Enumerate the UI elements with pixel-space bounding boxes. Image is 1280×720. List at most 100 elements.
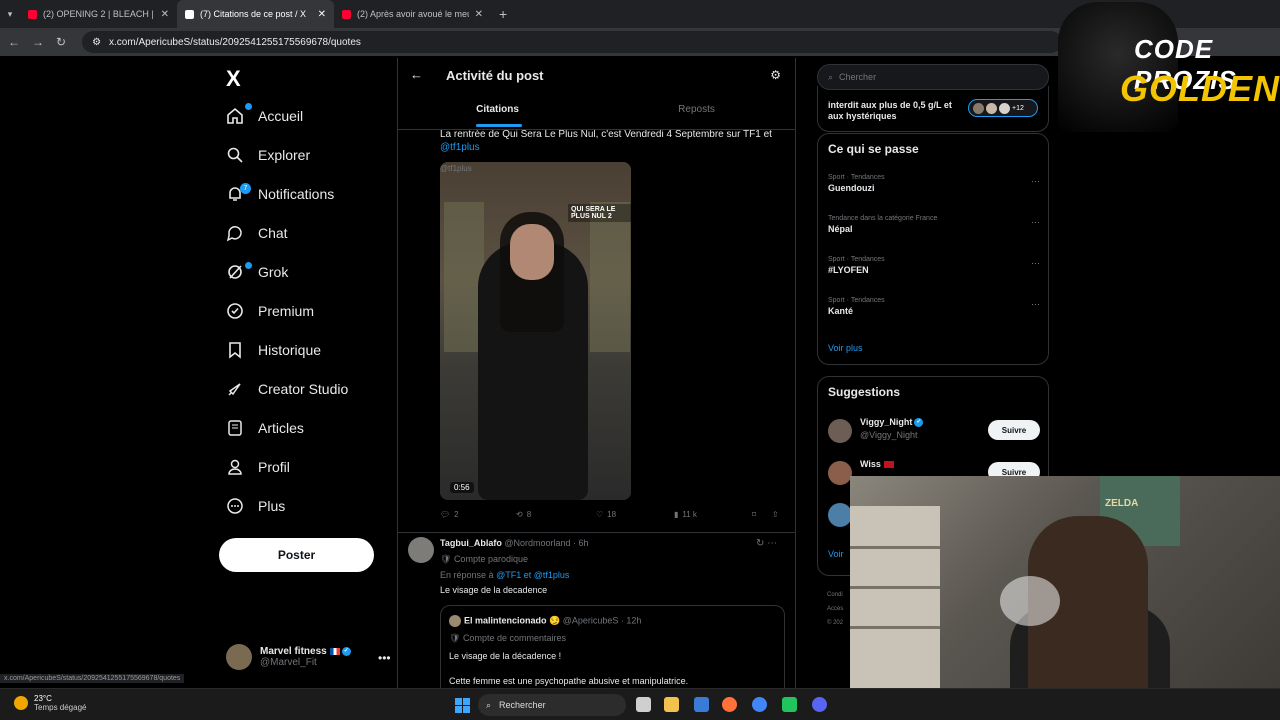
new-tab-icon[interactable]: +: [491, 6, 515, 22]
bookmark-icon: ⌑: [752, 510, 757, 519]
follow-button[interactable]: Suivre: [988, 420, 1040, 440]
nav-item-creator-studio[interactable]: Creator Studio: [226, 377, 348, 401]
more-options-icon[interactable]: ⋯: [767, 538, 777, 549]
avatar-group[interactable]: +12: [968, 99, 1038, 117]
file-explorer-icon[interactable]: [664, 697, 679, 712]
avatar: [449, 615, 461, 627]
post-actions: 💬︎ 2 ⟲ 8 ♡ 18 ▮ 11 k ⌑ ⇧: [440, 510, 788, 519]
tab-list-icon[interactable]: ▾: [0, 9, 20, 20]
nav-label: Plus: [258, 498, 286, 514]
store-icon[interactable]: [694, 697, 709, 712]
reload-icon[interactable]: ↻: [56, 35, 66, 49]
url-text: x.com/ApericubeS/status/2092541255175569…: [109, 36, 361, 48]
mention-link[interactable]: @tf1plus: [440, 142, 480, 153]
more-options-icon[interactable]: ⋯: [1031, 258, 1040, 269]
discord-icon[interactable]: [812, 697, 827, 712]
nav-item-plus[interactable]: Plus: [226, 494, 285, 518]
nav-label: Creator Studio: [258, 381, 349, 397]
like-button[interactable]: ♡ 18: [596, 510, 674, 519]
url-bar[interactable]: ⚙ x.com/ApericubeS/status/20925412551755…: [82, 31, 1063, 53]
share-button[interactable]: ⇧: [772, 510, 779, 519]
see-more-link[interactable]: Voir: [828, 549, 844, 559]
taskbar-search[interactable]: ⌕ Rechercher: [478, 694, 626, 716]
footer-link[interactable]: Condi: [827, 588, 843, 602]
back-icon[interactable]: ←: [8, 35, 20, 49]
close-icon[interactable]: ✕: [318, 9, 326, 20]
site-info-icon[interactable]: ⚙: [92, 37, 101, 48]
related-card[interactable]: interdit aux plus de 0,5 g/L et aux hyst…: [817, 86, 1049, 132]
back-arrow-icon[interactable]: ←: [410, 67, 423, 82]
x-logo-icon[interactable]: X: [226, 66, 241, 92]
taskbar-search-label: Rechercher: [499, 700, 546, 710]
avatar: [226, 644, 252, 670]
trend-item[interactable]: Sport · Tendances Kanté ⋯: [828, 297, 1040, 316]
browser-tab-2[interactable]: (7) Citations de ce post / X ✕: [177, 0, 334, 28]
avatar: [828, 419, 852, 443]
page-header: ← Activité du post ⚙ Citations Reposts: [398, 58, 795, 130]
avatar: [828, 461, 852, 485]
video-background: [590, 202, 630, 352]
nav-item-premium[interactable]: Premium: [226, 299, 314, 323]
suggestion-handle: @Viggy_Night: [860, 430, 918, 440]
close-icon[interactable]: ✕: [475, 9, 483, 20]
repost-button[interactable]: ⟲ 8: [516, 510, 596, 519]
nav-item-chat[interactable]: Chat: [226, 221, 288, 245]
video-overlay-logo: QUI SERA LE PLUS NUL 2: [568, 204, 631, 222]
nav-item-notifications[interactable]: 7 Notifications: [226, 182, 334, 206]
chrome-icon[interactable]: [752, 697, 767, 712]
post-button[interactable]: Poster: [219, 538, 374, 572]
more-options-icon[interactable]: ⋯: [1031, 176, 1040, 187]
video-player[interactable]: QUI SERA LE PLUS NUL 2 0:56: [440, 162, 631, 500]
reply-mentions[interactable]: @TF1 et @tf1plus: [496, 570, 569, 580]
nav-item-historique[interactable]: Historique: [226, 338, 321, 362]
post-time[interactable]: 6h: [579, 538, 589, 548]
grok-icon[interactable]: ↻: [756, 538, 764, 549]
suggestion-name: Wiss: [860, 459, 894, 469]
post-text: La rentrée de Qui Sera Le Plus Nul, c'es…: [440, 129, 772, 153]
search-input[interactable]: [839, 72, 1020, 82]
reply-button[interactable]: 💬︎ 2: [440, 510, 516, 519]
more-options-icon[interactable]: ⋯: [1031, 217, 1040, 228]
more-options-icon[interactable]: ⋯: [1031, 299, 1040, 310]
nav-item-accueil[interactable]: Accueil: [226, 103, 303, 128]
suggestion-row[interactable]: Viggy_Night ✓ @Viggy_Night Suivre: [828, 417, 1040, 447]
task-view-icon[interactable]: [636, 697, 651, 712]
nav-item-grok[interactable]: Grok: [226, 260, 288, 284]
quoted-post[interactable]: El malintencionado 😏 @ApericubeS · 12h 🛡…: [440, 605, 785, 698]
close-icon[interactable]: ✕: [161, 9, 169, 20]
see-more-link[interactable]: Voir plus: [828, 343, 863, 353]
tab-citations[interactable]: Citations: [398, 104, 597, 115]
account-switcher[interactable]: Marvel fitness ✓ @Marvel_Fit •••: [226, 644, 391, 670]
author-handle[interactable]: @Nordmoorland: [504, 538, 570, 548]
profile-icon: [226, 458, 244, 476]
browser-tab-1[interactable]: (2) OPENING 2 | BLEACH | D-te ✕: [20, 0, 177, 28]
author-name[interactable]: Tagbui_Ablafo: [440, 538, 502, 548]
browser-tab-3[interactable]: (2) Après avoir avoué le meurtr ✕: [334, 0, 491, 28]
repost-icon: ⟲: [516, 510, 523, 519]
nav-label: Explorer: [258, 147, 311, 163]
more-options-icon[interactable]: •••: [378, 651, 391, 665]
nav-item-profil[interactable]: Profil: [226, 455, 290, 479]
quote-text-line1: Le visage de la décadence !: [449, 651, 562, 661]
nav-item-explorer[interactable]: Explorer: [226, 143, 310, 167]
footer-link[interactable]: Acces: [827, 602, 843, 616]
nav-item-articles[interactable]: Articles: [226, 416, 304, 440]
firefox-icon[interactable]: [722, 697, 737, 712]
windows-start-icon[interactable]: [455, 698, 470, 713]
trend-item[interactable]: Tendance dans la catégorie France Népal ⋯: [828, 215, 1040, 234]
bookmark-button[interactable]: ⌑: [752, 510, 772, 519]
reply-icon: 💬︎: [440, 510, 451, 519]
avatar[interactable]: [408, 537, 434, 563]
forward-icon[interactable]: →: [32, 35, 44, 49]
filter-icon[interactable]: ⚙: [770, 68, 781, 82]
app-icon[interactable]: [782, 697, 797, 712]
views-button[interactable]: ▮ 11 k: [674, 510, 752, 519]
trend-item[interactable]: Sport · Tendances #LYOFEN ⋯: [828, 256, 1040, 275]
divider: [398, 532, 795, 533]
trend-item[interactable]: Sport · Tendances Guendouzi ⋯: [828, 174, 1040, 193]
tab-reposts[interactable]: Reposts: [597, 104, 795, 115]
search-box[interactable]: ⌕: [817, 64, 1049, 90]
weather-widget[interactable]: 23°C Temps dégagé: [14, 694, 86, 712]
heart-icon: ♡: [596, 510, 604, 519]
video-subject-face: [510, 224, 554, 280]
